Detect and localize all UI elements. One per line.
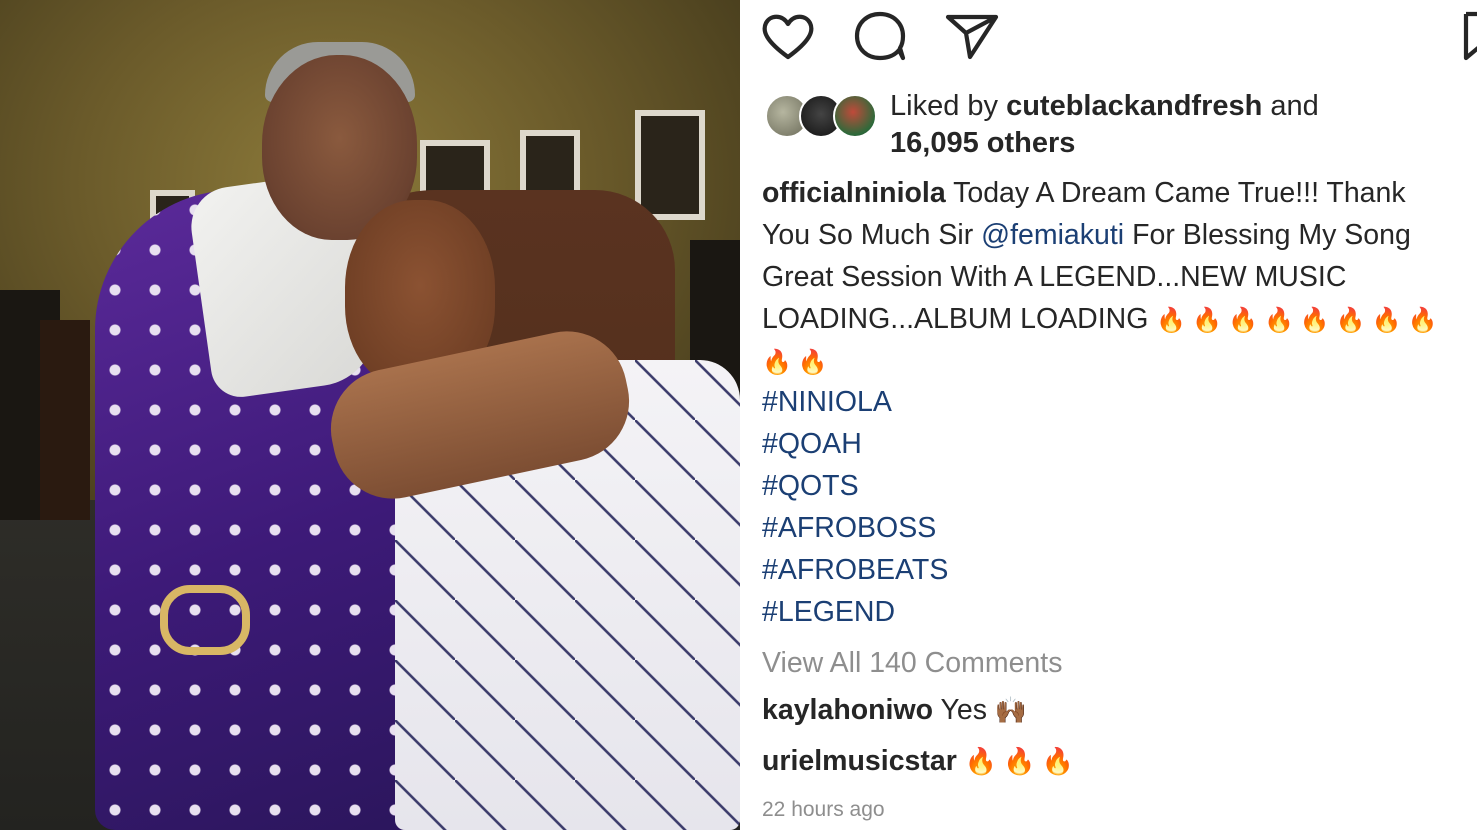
hashtag-link[interactable]: #NINIOLA bbox=[762, 381, 948, 423]
bookmark-icon bbox=[1463, 11, 1477, 61]
bracelets bbox=[160, 585, 250, 655]
heart-icon bbox=[762, 14, 814, 60]
caption-username[interactable]: officialniniola bbox=[762, 177, 946, 209]
view-all-comments-link[interactable]: View All 140 Comments bbox=[762, 643, 1062, 683]
comment-username[interactable]: urielmusicstar bbox=[762, 745, 957, 777]
likes-text: Liked by cuteblackandfresh and 16,095 ot… bbox=[890, 88, 1319, 162]
comment-emoji: 🙌🏾 bbox=[994, 695, 1028, 725]
post-caption: officialniniola Today A Dream Came True!… bbox=[762, 172, 1477, 382]
comment-username[interactable]: kaylahoniwo bbox=[762, 694, 933, 726]
hashtag-link[interactable]: #AFROBEATS bbox=[762, 549, 948, 591]
hashtag-link[interactable]: #AFROBOSS bbox=[762, 507, 948, 549]
send-icon bbox=[945, 14, 999, 60]
caption-text: For Blessing My Song bbox=[1132, 219, 1411, 251]
caption-text: You So Much Sir bbox=[762, 219, 974, 251]
like-button[interactable] bbox=[760, 10, 816, 62]
liker-avatars bbox=[765, 94, 880, 138]
comment-row: urielmusicstar 🔥🔥🔥 bbox=[762, 741, 1080, 781]
hashtag-link[interactable]: #QOAH bbox=[762, 423, 948, 465]
comment-emoji: 🔥🔥🔥 bbox=[964, 746, 1080, 776]
save-button[interactable] bbox=[1460, 10, 1477, 62]
mention-link[interactable]: @femiakuti bbox=[981, 219, 1124, 251]
hashtag-link[interactable]: #LEGEND bbox=[762, 591, 948, 633]
liker-username[interactable]: cuteblackandfresh bbox=[1006, 90, 1262, 122]
comment-icon bbox=[854, 11, 906, 61]
caption-text: LOADING...ALBUM LOADING bbox=[762, 303, 1149, 335]
wall-frame bbox=[635, 110, 705, 220]
likes-count[interactable]: 16,095 others bbox=[890, 127, 1075, 159]
caption-text: Today A Dream Came True!!! Thank bbox=[953, 177, 1406, 209]
post-details-panel: Liked by cuteblackandfresh and 16,095 ot… bbox=[740, 0, 1477, 830]
comment-button[interactable] bbox=[852, 10, 908, 62]
avatar bbox=[833, 94, 877, 138]
post-photo[interactable] bbox=[0, 0, 740, 830]
fire-emojis: 🔥🔥🔥🔥🔥🔥🔥🔥 bbox=[1156, 307, 1444, 334]
likes-connector: and bbox=[1270, 90, 1319, 122]
fire-emojis: 🔥🔥 bbox=[762, 349, 834, 376]
caption-text: Great Session With A LEGEND...NEW MUSIC bbox=[762, 261, 1347, 293]
comment-text: Yes bbox=[940, 694, 987, 726]
photo-door bbox=[40, 320, 90, 520]
comment-row: kaylahoniwo Yes 🙌🏾 bbox=[762, 690, 1027, 730]
likes-prefix: Liked by bbox=[890, 90, 999, 122]
action-bar bbox=[760, 10, 1477, 62]
likes-summary[interactable]: Liked by cuteblackandfresh and 16,095 ot… bbox=[765, 88, 1465, 166]
post-timestamp: 22 hours ago bbox=[762, 798, 885, 821]
hashtag-link[interactable]: #QOTS bbox=[762, 465, 948, 507]
hashtag-list: #NINIOLA #QOAH #QOTS #AFROBOSS #AFROBEAT… bbox=[762, 381, 948, 633]
share-button[interactable] bbox=[944, 10, 1000, 62]
